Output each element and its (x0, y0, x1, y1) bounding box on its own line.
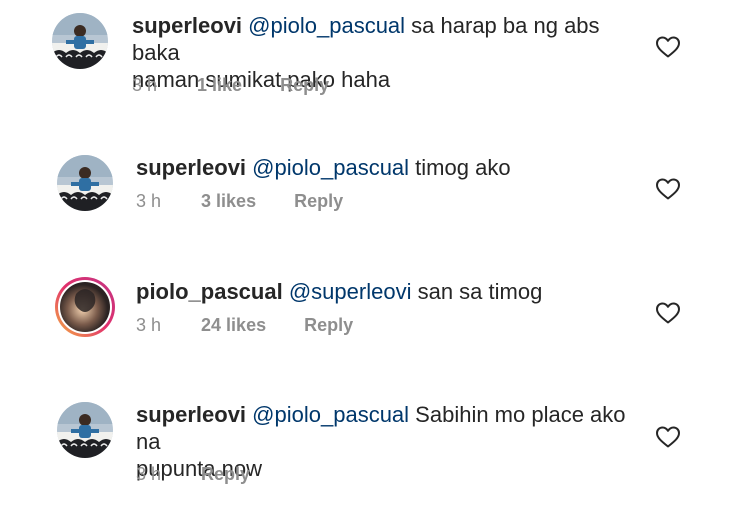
comment-time: 3 h (136, 463, 162, 484)
comment-time: 3 h (136, 314, 162, 335)
heart-outline-icon[interactable] (655, 35, 681, 59)
avatar-image (55, 277, 115, 337)
avatar[interactable] (54, 276, 116, 338)
comment-mention[interactable]: @piolo_pascual (248, 13, 405, 38)
comment-likes[interactable]: 3 likes (201, 191, 256, 212)
heart-outline-icon[interactable] (655, 425, 681, 449)
comment-meta: 3 h 3 likes Reply (136, 189, 343, 213)
comment-text: piolo_pascual @superleovi san sa timog (136, 278, 656, 305)
heart-outline-icon[interactable] (655, 301, 681, 325)
reply-button[interactable]: Reply (280, 75, 329, 96)
comment-text: superleovi @piolo_pascual timog ako (136, 154, 656, 181)
comment-mention[interactable]: @piolo_pascual (252, 402, 409, 427)
avatar-image (57, 402, 113, 458)
comment-time: 3 h (136, 190, 162, 211)
heart-outline-icon[interactable] (655, 177, 681, 201)
avatar[interactable] (57, 155, 113, 211)
avatar-image (52, 13, 108, 69)
comment-username[interactable]: piolo_pascual (136, 279, 283, 304)
comment-likes[interactable]: 24 likes (201, 315, 266, 336)
comment-mention[interactable]: @superleovi (289, 279, 412, 304)
comment-username[interactable]: superleovi (136, 155, 246, 180)
reply-button[interactable]: Reply (201, 464, 250, 485)
comment-text-line: timog ako (409, 155, 511, 180)
comment-mention[interactable]: @piolo_pascual (252, 155, 409, 180)
comment-time: 3 h (132, 74, 158, 95)
comment-meta: 3 h 24 likes Reply (136, 313, 353, 337)
comment-text-line: san sa timog (411, 279, 543, 304)
comment-likes[interactable]: 1 like (197, 75, 242, 96)
comment-username[interactable]: superleovi (136, 402, 246, 427)
reply-button[interactable]: Reply (294, 191, 343, 212)
comment-username[interactable]: superleovi (132, 13, 242, 38)
comment-meta: 3 h Reply (136, 462, 250, 486)
reply-button[interactable]: Reply (304, 315, 353, 336)
comment-meta: 3 h 1 like Reply (132, 73, 329, 97)
avatar[interactable] (52, 13, 108, 69)
avatar[interactable] (57, 402, 113, 458)
avatar-image (57, 155, 113, 211)
